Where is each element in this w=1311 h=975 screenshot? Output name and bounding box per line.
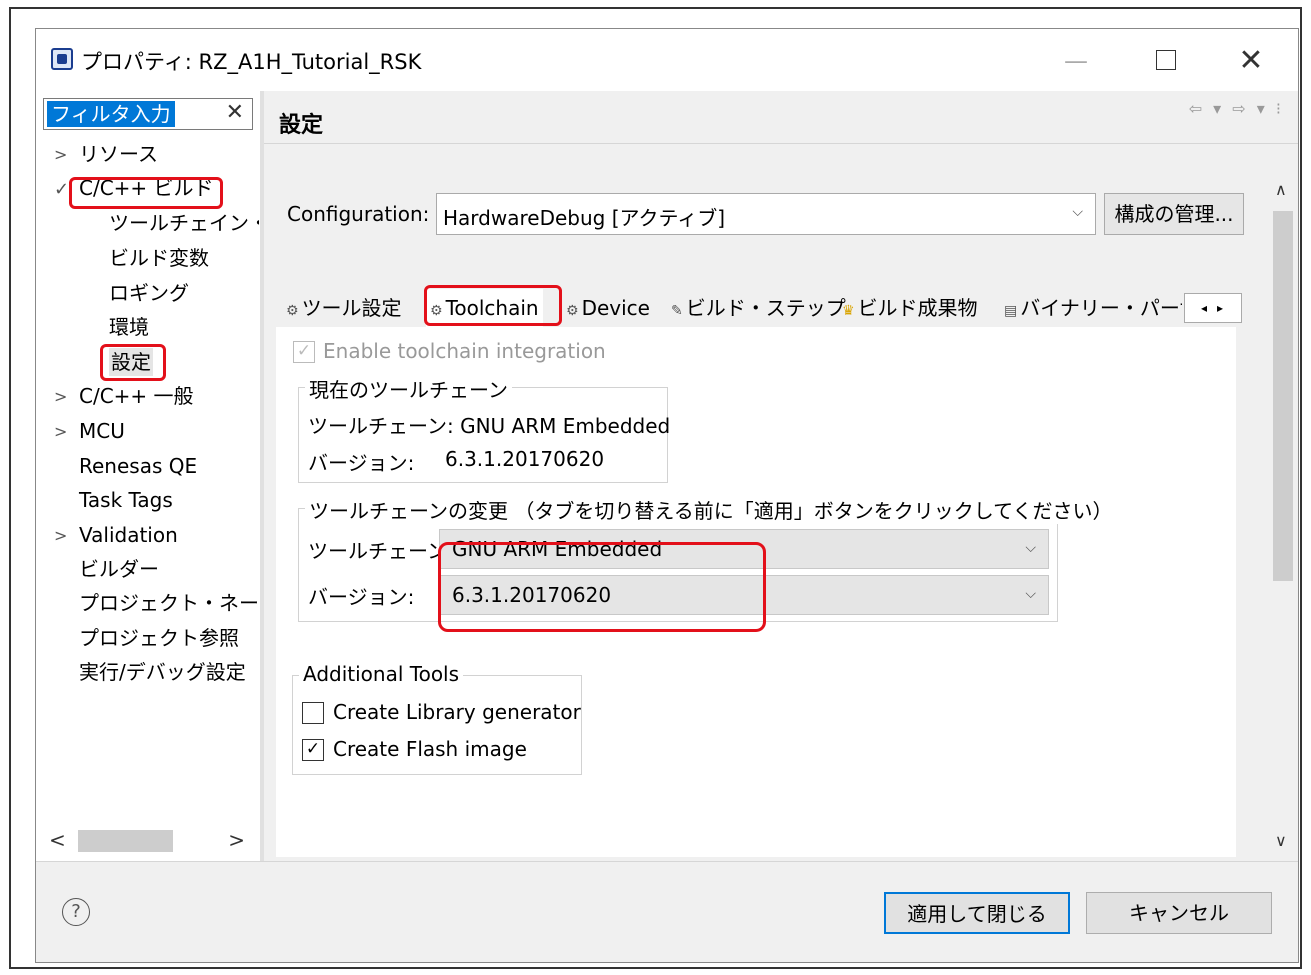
tree-item-cpp-build[interactable]: C/C++ ビルド	[79, 174, 214, 202]
content-vertical-scrollbar[interactable]: ∧ ∨	[1269, 166, 1297, 856]
scroll-up-icon[interactable]: ∧	[1275, 180, 1287, 199]
tab-build-steps[interactable]: ✎ ビルド・ステップ	[671, 289, 846, 327]
collapse-arrow-icon[interactable]: ✓	[54, 179, 69, 200]
apply-and-close-button[interactable]: 適用して閉じる	[884, 892, 1070, 934]
tree-item-mcu[interactable]: MCU	[79, 417, 125, 445]
current-toolchain-name: ツールチェーン: GNU ARM Embedded	[308, 414, 671, 438]
change-toolchain-title: ツールチェーンの変更 （タブを切り替える前に「適用」ボタンをクリックしてください…	[305, 495, 1117, 524]
window-title: プロパティ: RZ_A1H_Tutorial_RSK	[81, 50, 422, 74]
toolchain-tab-content: ✓ Enable toolchain integration 現在のツールチェー…	[276, 327, 1236, 857]
current-version-value: 6.3.1.20170620	[445, 447, 605, 471]
tab-scroll-buttons[interactable]: ◂▸	[1184, 293, 1242, 323]
page-title: 設定	[279, 113, 324, 138]
version-select-value: 6.3.1.20170620	[452, 583, 612, 607]
create-flash-label: Create Flash image	[333, 737, 527, 761]
wrench-icon: ✎	[671, 303, 683, 319]
scrollbar-thumb[interactable]	[78, 830, 173, 852]
expand-arrow-icon[interactable]: >	[54, 387, 67, 406]
configuration-value: HardwareDebug [アクティブ]	[443, 206, 726, 230]
gear-icon: ⚙	[430, 303, 443, 319]
tree-item-environment[interactable]: 環境	[109, 313, 149, 341]
create-flash-checkbox[interactable]: ✓	[302, 739, 324, 761]
tab-tool-settings[interactable]: ⚙ ツール設定	[286, 289, 402, 327]
binary-icon: ▤	[1004, 303, 1018, 319]
additional-tools-group: Additional Tools Create Library generato…	[292, 662, 582, 775]
toolchain-select-label: ツールチェーン	[308, 539, 447, 563]
current-toolchain-title: 現在のツールチェーン	[305, 374, 512, 403]
tab-label: バイナリー・パーサ	[1020, 296, 1182, 320]
tab-label: Toolchain	[445, 296, 539, 320]
cancel-button[interactable]: キャンセル	[1086, 892, 1272, 934]
tab-label: ビルド成果物	[857, 296, 978, 320]
scroll-left-icon[interactable]: <	[49, 828, 66, 852]
current-toolchain-group: 現在のツールチェーン ツールチェーン: GNU ARM Embedded バージ…	[298, 374, 671, 483]
tab-binary-parsers[interactable]: ▤ バイナリー・パーサ	[1004, 289, 1182, 327]
tree-item-project-natures[interactable]: プロジェクト・ネーチ	[79, 589, 259, 617]
tree-item-settings[interactable]: 設定	[109, 348, 153, 376]
tree-item-task-tags[interactable]: Task Tags	[79, 486, 173, 514]
settings-panel: 設定 ⇦ ▾ ⇨ ▾ ⁝ Configuration: HardwareDebu…	[264, 91, 1298, 861]
history-nav-icons[interactable]: ⇦ ▾ ⇨ ▾ ⁝	[1189, 99, 1284, 118]
tab-device[interactable]: ⚙ Device	[566, 289, 650, 327]
additional-tools-title: Additional Tools	[299, 662, 464, 686]
tree-item-toolchain-editor[interactable]: ツールチェイン・:	[109, 209, 259, 237]
clear-filter-icon[interactable]: ✕	[226, 100, 244, 125]
scroll-down-icon[interactable]: ∨	[1275, 831, 1287, 850]
gear-icon: ⚙	[286, 303, 299, 319]
minimize-button[interactable]: —	[1056, 41, 1096, 81]
filter-field[interactable]: フィルタ入力 ✕	[43, 98, 253, 130]
tree-item-renesas-qe[interactable]: Renesas QE	[79, 452, 197, 480]
scroll-right-icon[interactable]: >	[228, 828, 245, 852]
manage-configurations-button[interactable]: 構成の管理...	[1104, 193, 1244, 235]
tree-item-logging[interactable]: ロギング	[109, 279, 189, 307]
tree-item-build-variables[interactable]: ビルド変数	[109, 244, 209, 272]
category-tree-panel: フィルタ入力 ✕ > リソース ✓ C/C++ ビルド ツールチェイン・: ビル…	[36, 91, 260, 861]
expand-arrow-icon[interactable]: >	[54, 145, 67, 164]
version-select-label: バージョン:	[308, 585, 415, 609]
settings-content: Configuration: HardwareDebug [アクティブ] ⌵ 構…	[276, 166, 1256, 857]
app-icon	[51, 48, 73, 70]
properties-dialog: プロパティ: RZ_A1H_Tutorial_RSK — ✕ フィルタ入力 ✕ …	[35, 28, 1299, 963]
tab-toolchain[interactable]: ⚙ Toolchain	[426, 289, 543, 327]
tree-item-cpp-general[interactable]: C/C++ 一般	[79, 382, 194, 410]
help-icon[interactable]: ?	[62, 898, 90, 926]
divider	[264, 143, 1298, 144]
tree-horizontal-scrollbar[interactable]: < >	[41, 826, 253, 856]
change-toolchain-group: ツールチェーンの変更 （タブを切り替える前に「適用」ボタンをクリックしてください…	[298, 495, 1117, 622]
chevron-down-icon: ⌵	[1025, 540, 1036, 556]
tab-label: ビルド・ステップ	[685, 296, 846, 320]
enable-toolchain-checkbox[interactable]: ✓	[293, 341, 315, 363]
trophy-icon: ♛	[842, 303, 855, 319]
tree-item-validation[interactable]: Validation	[79, 521, 178, 549]
create-library-checkbox[interactable]	[302, 702, 324, 724]
tree-item-builders[interactable]: ビルダー	[79, 555, 159, 583]
version-select[interactable]: 6.3.1.20170620 ⌵	[439, 575, 1049, 615]
tab-label: Device	[581, 296, 650, 320]
create-library-label: Create Library generator	[333, 700, 581, 724]
settings-tabs: ⚙ ツール設定 ⚙ Toolchain ⚙ Device ✎ ビルド・ステップ ♛ ビルド…	[276, 289, 1256, 327]
chevron-down-icon: ⌵	[1072, 204, 1083, 220]
tree-item-run-debug-settings[interactable]: 実行/デバッグ設定	[79, 658, 259, 686]
divider	[36, 861, 1298, 862]
tab-build-artifact[interactable]: ♛ ビルド成果物	[842, 289, 978, 327]
current-version-label: バージョン:	[308, 451, 415, 475]
toolchain-select-value: GNU ARM Embedded	[452, 537, 663, 561]
toolchain-select[interactable]: GNU ARM Embedded ⌵	[439, 529, 1049, 569]
tab-label: ツール設定	[301, 296, 402, 320]
filter-input[interactable]: フィルタ入力	[47, 101, 175, 127]
enable-toolchain-label: Enable toolchain integration	[323, 339, 606, 363]
gear-icon: ⚙	[566, 303, 579, 319]
tree-item-resource[interactable]: リソース	[79, 140, 158, 168]
expand-arrow-icon[interactable]: >	[54, 526, 67, 545]
maximize-button[interactable]	[1146, 41, 1186, 81]
configuration-select[interactable]: HardwareDebug [アクティブ] ⌵	[436, 193, 1096, 235]
chevron-down-icon: ⌵	[1025, 586, 1036, 602]
tree-item-project-references[interactable]: プロジェクト参照	[79, 624, 239, 652]
scrollbar-thumb[interactable]	[1273, 211, 1293, 581]
configuration-label: Configuration:	[287, 202, 430, 226]
expand-arrow-icon[interactable]: >	[54, 422, 67, 441]
title-bar: プロパティ: RZ_A1H_Tutorial_RSK — ✕	[36, 29, 1298, 91]
close-button[interactable]: ✕	[1231, 41, 1271, 81]
maximize-icon	[1156, 50, 1176, 70]
